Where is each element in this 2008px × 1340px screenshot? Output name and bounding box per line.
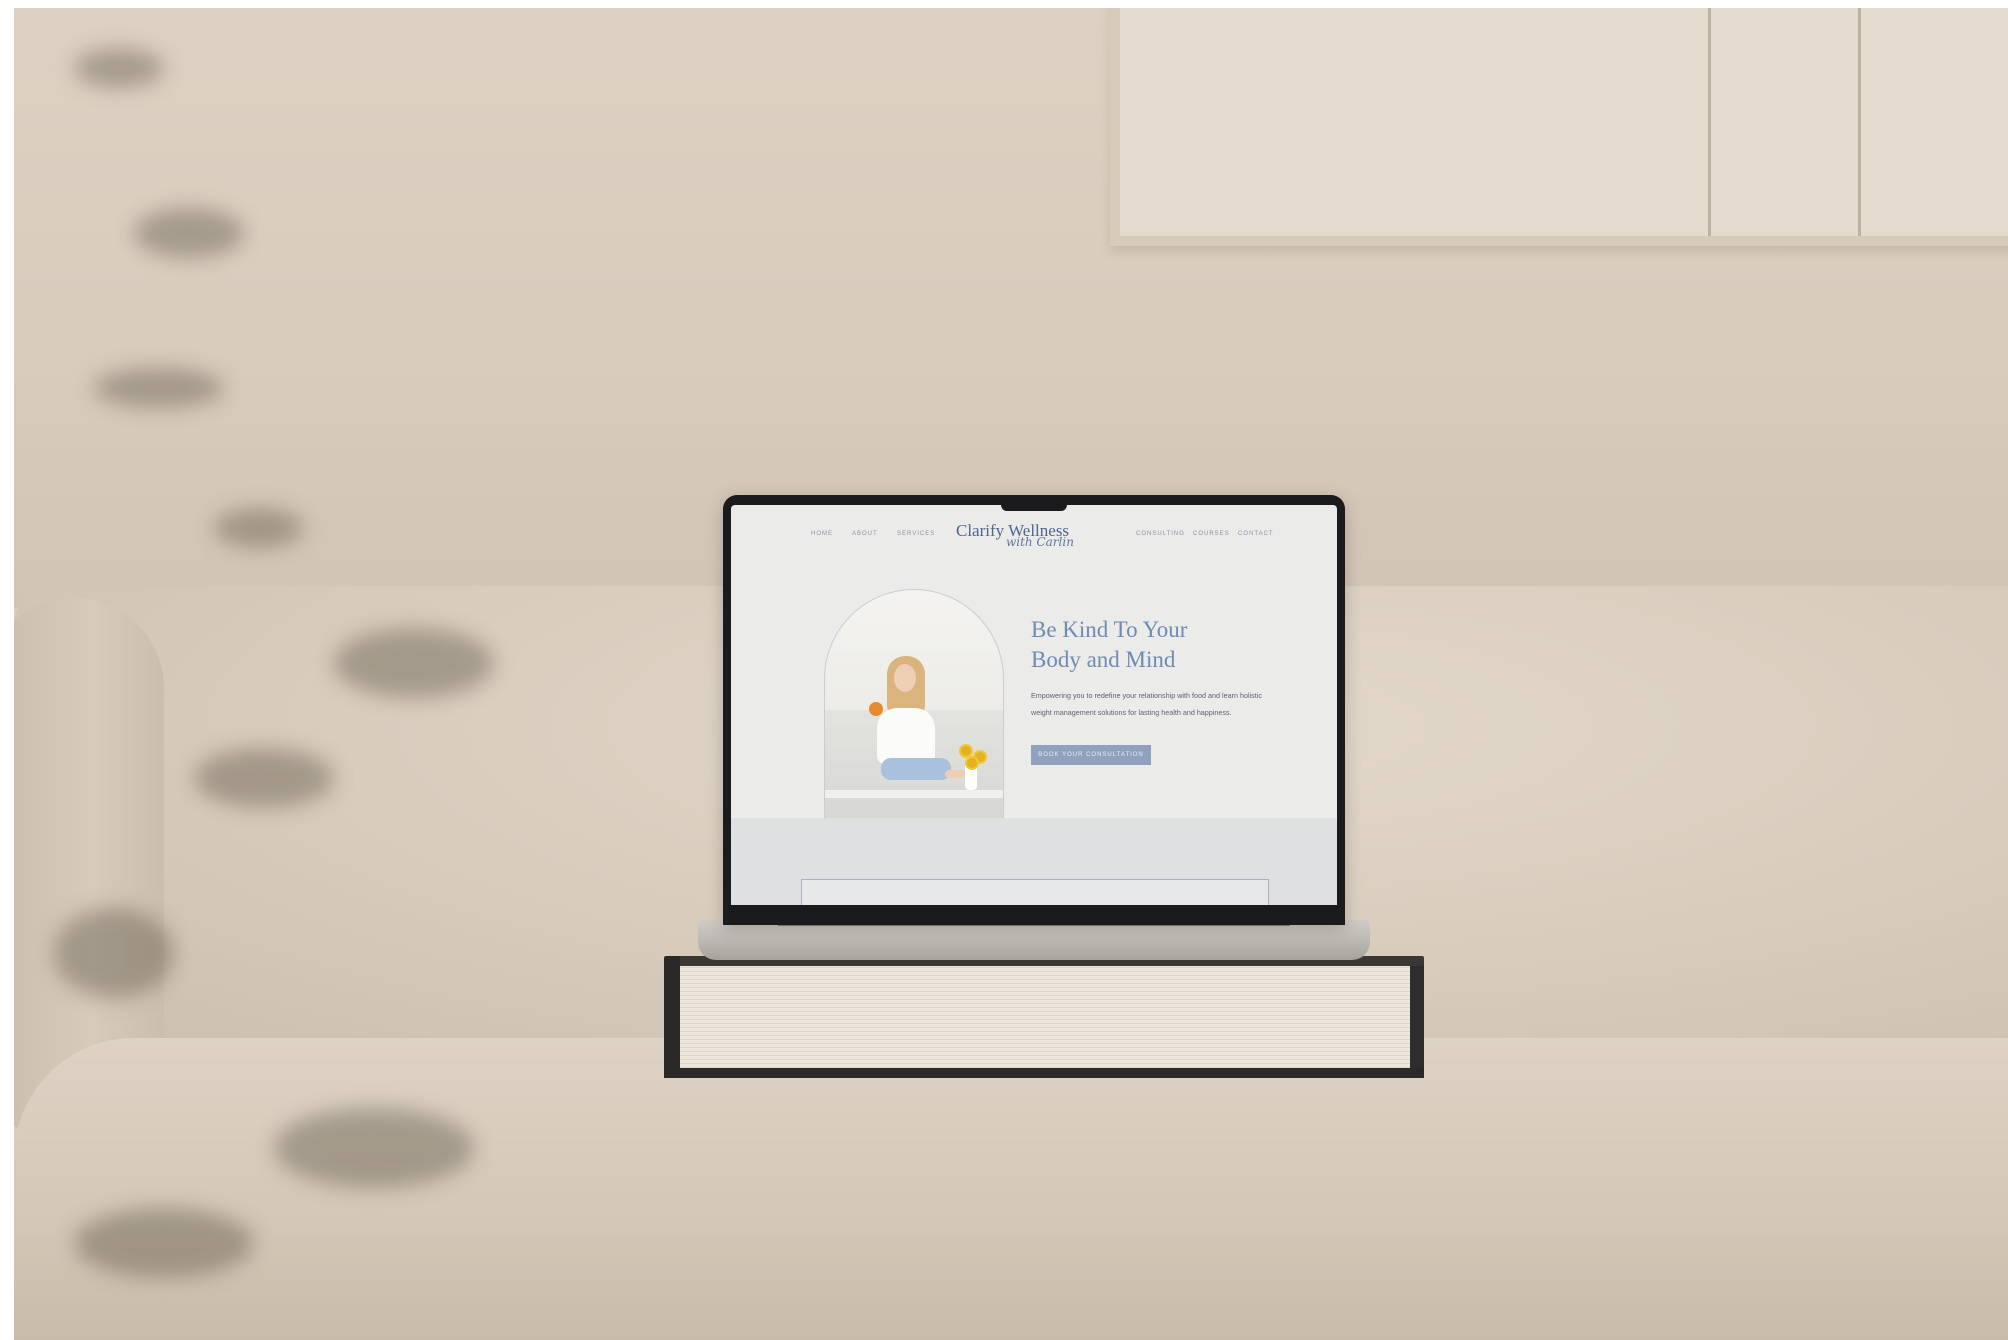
brand-script: with Carlin — [1006, 535, 1074, 549]
plant-shadow — [194, 748, 334, 808]
consultation-button[interactable]: BOOK YOUR CONSULTATION — [1031, 745, 1151, 765]
wall-art-frame — [1110, 8, 2008, 246]
laptop-lid: HOME ABOUT SERVICES Clarify Wellness wit… — [723, 495, 1345, 925]
photo-counter — [825, 790, 1003, 798]
laptop-screen: HOME ABOUT SERVICES Clarify Wellness wit… — [731, 505, 1337, 905]
photo-sunflower — [961, 746, 971, 756]
hero-title-line1: Be Kind To Your — [1031, 617, 1188, 642]
laptop-base — [698, 920, 1370, 960]
site-nav: HOME ABOUT SERVICES Clarify Wellness wit… — [731, 505, 1337, 555]
nav-home[interactable]: HOME — [811, 531, 833, 537]
sofa-seat — [14, 1038, 2008, 1340]
plant-shadow — [74, 48, 164, 88]
photo-sunflower — [967, 758, 977, 768]
book-spine — [664, 956, 680, 1078]
brand-logo[interactable]: Clarify Wellness with Carlin — [956, 521, 1106, 555]
plant-shadow — [214, 508, 304, 548]
photo-person-face — [894, 664, 916, 692]
camera-notch — [1001, 499, 1067, 511]
nav-services[interactable]: SERVICES — [897, 531, 935, 537]
photo-orange — [869, 702, 883, 716]
photo-scene: HOME ABOUT SERVICES Clarify Wellness wit… — [14, 8, 2008, 1340]
hero-title: Be Kind To Your Body and Mind — [1031, 615, 1261, 675]
plant-shadow — [274, 1108, 474, 1188]
plant-shadow — [74, 1208, 254, 1278]
wall-art-panel — [1120, 8, 1711, 236]
plant-shadow — [54, 908, 174, 998]
hero-photo — [824, 589, 1004, 839]
book — [664, 956, 1424, 1078]
wall-art-panel — [1708, 8, 1861, 236]
nav-courses[interactable]: COURSES — [1193, 531, 1230, 537]
hero-title-line2: Body and Mind — [1031, 647, 1176, 672]
hero-body: Empowering you to redefine your relation… — [1031, 691, 1262, 717]
photo-person-feet — [945, 770, 967, 778]
photo-person-body — [877, 708, 935, 764]
book-cover — [664, 1068, 1424, 1078]
book-pages — [678, 964, 1424, 1070]
next-section-card — [801, 879, 1269, 905]
nav-about[interactable]: ABOUT — [852, 531, 878, 537]
plant-shadow — [94, 368, 224, 408]
nav-consulting[interactable]: CONSULTING — [1136, 531, 1185, 537]
plant-shadow — [134, 208, 244, 258]
nav-contact[interactable]: CONTACT — [1238, 531, 1274, 537]
laptop-bezel — [723, 905, 1345, 925]
photo-person-legs — [881, 758, 951, 780]
plant-shadow — [334, 628, 494, 698]
